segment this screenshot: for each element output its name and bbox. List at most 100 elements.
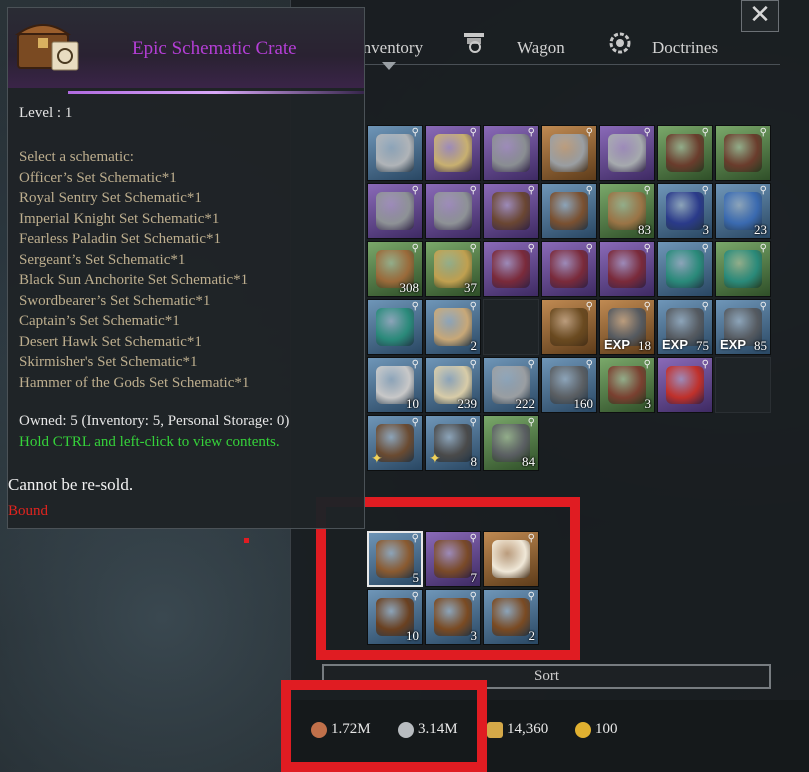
item-slot-exp-soldier[interactable]: ⚲ EXP 18 [599, 299, 655, 355]
item-slot-saddle[interactable]: ⚲ [541, 183, 597, 239]
item-slot-leather-armor[interactable]: ⚲ 308 [367, 241, 423, 297]
puzzle-piece-icon: ✦ [429, 451, 441, 467]
schematic-option: Imperial Knight Set Schematic*1 [19, 210, 220, 227]
item-slot-steel-ingot[interactable]: ⚲ 160 [541, 357, 597, 413]
puzzle-piece-icon: ✦ [371, 451, 383, 467]
item-slot-boots[interactable]: ⚲ [483, 183, 539, 239]
link-icon: ⚲ [469, 417, 477, 428]
item-slot-warrior-token[interactable]: ⚲ 23 [715, 183, 771, 239]
tab-wagon[interactable]: Wagon [517, 38, 565, 58]
gauntlets-icon [434, 192, 472, 230]
link-icon: ⚲ [585, 301, 593, 312]
link-icon: ⚲ [411, 417, 419, 428]
tome-i-teal-icon [376, 308, 414, 346]
item-slot-silver-ore[interactable]: ⚲ 10 [367, 357, 423, 413]
close-button[interactable]: ✕ [741, 0, 779, 32]
item-slot-tome-iv[interactable]: ⚲ [657, 241, 713, 297]
item-slot-spiked-banner[interactable]: ⚲ 3 [657, 183, 713, 239]
tooltip-hint: Hold CTRL and left-click to view content… [19, 434, 280, 450]
item-slot-war-horn[interactable]: ⚲ 37 [425, 241, 481, 297]
item-slot-cannon[interactable]: ⚲ ✦ 8 [425, 415, 481, 471]
item-slot-open-book[interactable]: ⚲ 2 [425, 299, 481, 355]
item-slot-gauntlets[interactable]: ⚲ [425, 183, 481, 239]
spiked-banner-icon [666, 192, 704, 230]
item-slot-iron-plate[interactable]: ⚲ 222 [483, 357, 539, 413]
item-slot-fur-pelt[interactable]: ⚲ 83 [599, 183, 655, 239]
steel-helmet-icon [550, 134, 588, 172]
exp-label: EXP [604, 337, 631, 352]
item-slot-firework-rocket[interactable]: ⚲ [657, 357, 713, 413]
item-count: 75 [696, 338, 709, 353]
empty-slot[interactable] [483, 299, 539, 355]
link-icon: ⚲ [701, 127, 709, 138]
item-slot-halberd[interactable]: ⚲ [425, 125, 481, 181]
exp-label: EXP [720, 337, 747, 352]
item-count: 10 [406, 396, 419, 411]
schematic-crate-icon [14, 24, 79, 71]
tab-doctrines[interactable]: Doctrines [652, 38, 718, 58]
tome-iii-teal-icon [724, 250, 762, 288]
item-count: 84 [522, 454, 535, 469]
link-icon: ⚲ [585, 127, 593, 138]
schematic-option: Skirmisher's Set Schematic*1 [19, 354, 198, 370]
currency-honor: 14,360 [487, 721, 548, 738]
item-slot-leather-helmet[interactable]: ⚲ [715, 125, 771, 181]
item-slot-steel-helmet[interactable]: ⚲ [599, 125, 655, 181]
link-icon: ⚲ [411, 127, 419, 138]
item-count: 37 [464, 280, 477, 295]
item-count: 160 [573, 396, 594, 411]
item-count: 222 [515, 396, 536, 411]
item-count: 83 [638, 222, 651, 237]
item-slot-exp-knight[interactable]: ⚲ EXP 85 [715, 299, 771, 355]
item-slot-exp-soldier[interactable]: ⚲ EXP 75 [657, 299, 713, 355]
item-slot-rope[interactable]: ⚲ 239 [425, 357, 481, 413]
doctrine-gear-icon [609, 32, 631, 54]
item-count: 308 [399, 280, 420, 295]
link-icon: ⚲ [701, 185, 709, 196]
item-slot-steel-helmet[interactable]: ⚲ [541, 125, 597, 181]
inventory-grid: ⚲ ⚲ ⚲ ⚲ ⚲ ⚲ ⚲ ⚲ ⚲ ⚲ ⚲ ⚲ 83 ⚲ 3 ⚲ 23 ⚲ 308 ⚲ 37 ⚲ ⚲ ⚲ ⚲ ⚲ ⚲ ⚲ 2 ⚲ ⚲ EXP 1… [367, 125, 771, 471]
item-slot-leather-strap[interactable]: ⚲ 3 [599, 357, 655, 413]
link-icon: ⚲ [411, 243, 419, 254]
item-slot-dumbbells[interactable]: ⚲ 84 [483, 415, 539, 471]
tab-inventory[interactable]: Inventory [357, 38, 423, 58]
link-icon: ⚲ [701, 301, 709, 312]
item-count: 239 [457, 396, 478, 411]
item-slot-war-hammer[interactable]: ⚲ [367, 125, 423, 181]
gauntlets-icon [376, 192, 414, 230]
link-icon: ⚲ [585, 359, 593, 370]
currency-gold: 100 [575, 721, 618, 738]
leather-strap-icon [608, 366, 646, 404]
item-slot-tome-iii[interactable]: ⚲ [483, 241, 539, 297]
leather-helmet-icon [724, 134, 762, 172]
currency-gold-value: 100 [595, 721, 618, 737]
tooltip-level: Level : 1 [19, 105, 73, 121]
tome-i-icon [608, 250, 646, 288]
item-slot-tome-i[interactable]: ⚲ [599, 241, 655, 297]
war-hammer-icon [376, 134, 414, 172]
item-slot-kite-shield[interactable]: ⚲ [483, 125, 539, 181]
item-slot-cannon-cart[interactable]: ⚲ ✦ [367, 415, 423, 471]
link-icon: ⚲ [643, 243, 651, 254]
link-icon: ⚲ [469, 359, 477, 370]
boots-icon [492, 192, 530, 230]
currency-honor-value: 14,360 [507, 721, 549, 737]
link-icon: ⚲ [469, 301, 477, 312]
link-icon: ⚲ [469, 243, 477, 254]
red-marker [244, 538, 249, 543]
empty-slot[interactable] [715, 357, 771, 413]
item-slot-gauntlets[interactable]: ⚲ [367, 183, 423, 239]
item-slot-tome-i-teal[interactable]: ⚲ [367, 299, 423, 355]
wagon-icon [464, 33, 484, 53]
item-slot-tome-ii[interactable]: ⚲ [541, 241, 597, 297]
schematic-option: Black Sun Anchorite Set Schematic*1 [19, 272, 249, 288]
item-slot-golden-book[interactable]: ⚲ [541, 299, 597, 355]
item-slot-leather-helmet[interactable]: ⚲ [657, 125, 713, 181]
link-icon: ⚲ [643, 359, 651, 370]
link-icon: ⚲ [701, 243, 709, 254]
tooltip-owned: Owned: 5 (Inventory: 5, Personal Storage… [19, 413, 290, 429]
tome-iii-icon [492, 250, 530, 288]
item-slot-tome-iii-teal[interactable]: ⚲ [715, 241, 771, 297]
link-icon: ⚲ [643, 301, 651, 312]
link-icon: ⚲ [411, 359, 419, 370]
